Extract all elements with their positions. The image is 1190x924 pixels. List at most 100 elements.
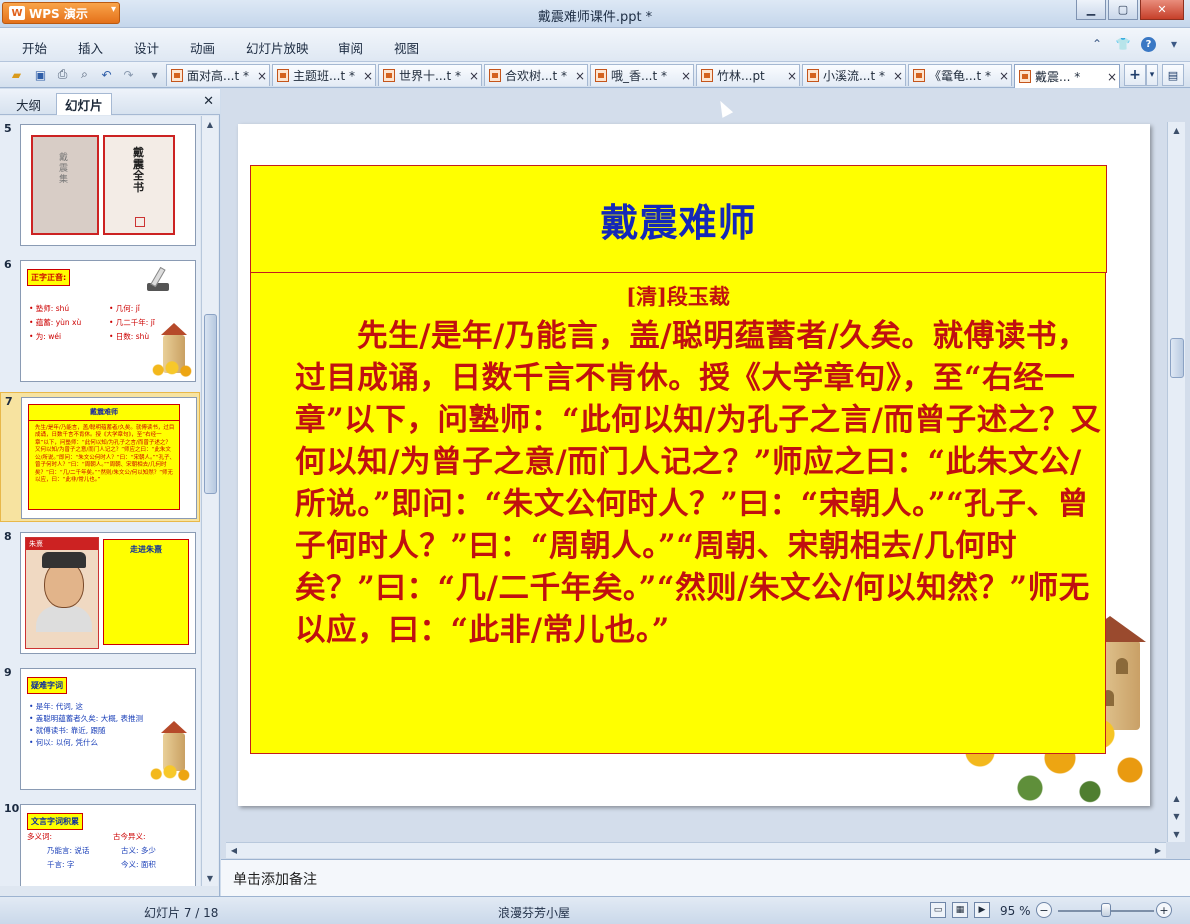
normal-view-icon[interactable]: ▭ [930, 902, 946, 918]
slide-thumbnail[interactable]: 6 正字正音: • 塾师: shú • 蕴蓄: yùn xù • 为: wéi … [0, 256, 200, 386]
slide-horizontal-scrollbar[interactable]: ◀ ▶ [226, 842, 1166, 858]
print-preview-icon[interactable]: ⌕ [76, 66, 93, 83]
menu-animation[interactable]: 动画 [190, 38, 215, 57]
menu-insert[interactable]: 插入 [78, 38, 103, 57]
doc-tab[interactable]: 《鼋龟...t * × [908, 64, 1012, 86]
menu-design[interactable]: 设计 [134, 38, 159, 57]
thumb-line: 今义: 面积 [121, 860, 156, 869]
thumb-body: 先生/是年/乃能言，盖/聪明蕴蓄者/久矣。就傅读书，过目成诵，日数千言不肯休。授… [35, 425, 175, 483]
close-icon[interactable]: × [255, 69, 269, 83]
quick-access-toolbar: ▰ ▣ ⎙ ⌕ ↶ ↷ ▾ 面对高...t * × 主题班...t * × 世界… [0, 62, 1190, 88]
scroll-up-icon[interactable]: ▲ [1168, 122, 1185, 138]
ppt-file-icon [171, 69, 183, 82]
slide-title-box[interactable]: 戴震难师 [250, 165, 1107, 273]
collapse-ribbon-icon[interactable]: ⌃ [1089, 36, 1105, 52]
close-icon[interactable]: × [1105, 70, 1119, 84]
slideshow-icon[interactable]: ▶ [974, 902, 990, 918]
doc-tab[interactable]: 竹林...pt × [696, 64, 800, 86]
doc-tab[interactable]: 主题班...t * × [272, 64, 376, 86]
doc-tab[interactable]: 面对高...t * × [166, 64, 270, 86]
notes-placeholder: 单击添加备注 [233, 872, 317, 888]
close-icon[interactable]: × [891, 69, 905, 83]
thumb-line: 多义词: [27, 832, 53, 841]
doc-tab[interactable]: 小溪流...t * × [802, 64, 906, 86]
close-icon[interactable]: × [679, 69, 693, 83]
skin-shirt-icon[interactable]: 👕 [1115, 36, 1131, 52]
close-icon[interactable]: ✕ [203, 94, 214, 109]
tab-list-dropdown[interactable]: ▾ [1146, 64, 1158, 86]
next-slide-icon[interactable]: ▼ [1168, 808, 1185, 824]
slide-thumbnail[interactable]: 5 戴震集 戴震全书 [0, 120, 200, 250]
print-icon[interactable]: ⎙ [54, 66, 71, 83]
doc-tab-label: 合欢树...t * [505, 69, 567, 83]
scroll-down-icon[interactable]: ▼ [1168, 826, 1185, 842]
tab-slides[interactable]: 幻灯片 [56, 93, 112, 115]
undo-icon[interactable]: ↶ [98, 66, 115, 83]
scroll-right-icon[interactable]: ▶ [1150, 843, 1166, 858]
menu-slideshow[interactable]: 幻灯片放映 [246, 38, 309, 57]
doc-tab-label: 世界十...t * [399, 69, 461, 83]
slide-thumbnail[interactable]: 8 朱熹 走进朱熹 [0, 528, 200, 658]
close-icon[interactable]: × [467, 69, 481, 83]
close-button[interactable]: ✕ [1140, 0, 1184, 20]
slide-thumbnail-selected[interactable]: 7 戴震难师 先生/是年/乃能言，盖/聪明蕴蓄者/久矣。就傅读书，过目成诵，日数… [0, 392, 200, 522]
menu-review[interactable]: 审阅 [338, 38, 363, 57]
slide-preview: 文言字词积累 多义词: 古今异义: 乃能言: 说话 千言: 字 古义: 多少 今… [20, 804, 196, 886]
doc-tab[interactable]: 哦_香...t * × [590, 64, 694, 86]
scroll-up-icon[interactable]: ▲ [202, 116, 218, 132]
doc-tab[interactable]: 世界十...t * × [378, 64, 482, 86]
doc-tab-label: 《鼋龟...t * [929, 69, 991, 83]
notes-pane[interactable]: 单击添加备注 [221, 859, 1190, 896]
flower-decoration [149, 359, 195, 381]
flower-decoration [147, 763, 193, 785]
close-icon[interactable]: × [785, 69, 799, 83]
doc-tab-active[interactable]: 戴震... * × [1014, 64, 1120, 88]
zoom-slider-thumb[interactable] [1101, 903, 1111, 917]
thumb-line: • 为: wéi [29, 332, 62, 341]
slide-thumbnail[interactable]: 10 文言字词积累 多义词: 古今异义: 乃能言: 说话 千言: 字 古义: 多… [0, 800, 200, 886]
window-controls: ▁ ▢ ✕ [1076, 0, 1184, 20]
scrollbar-thumb[interactable] [204, 314, 217, 494]
slide-preview: 正字正音: • 塾师: shú • 蕴蓄: yùn xù • 为: wéi • … [20, 260, 196, 382]
close-icon[interactable]: × [361, 69, 375, 83]
customize-toolbar-icon[interactable]: ▾ [146, 66, 163, 83]
doc-tab-label: 竹林...pt [717, 69, 765, 83]
zoom-out-icon[interactable]: − [1036, 902, 1052, 918]
menu-home[interactable]: 开始 [22, 38, 47, 57]
thumbnail-scrollbar[interactable]: ▲ ▼ [201, 116, 218, 886]
current-slide[interactable]: 戴震难师 [清]段玉裁 先生/是年/乃能言，盖/聪明蕴蓄者/久矣。就傅读书，过目… [238, 124, 1150, 806]
slide-author: [清]段玉裁 [626, 284, 730, 309]
ppt-file-icon [383, 69, 395, 82]
tab-outline[interactable]: 大纲 [8, 93, 49, 115]
scroll-down-icon[interactable]: ▼ [202, 870, 218, 886]
slide-preview: 朱熹 走进朱熹 [20, 532, 196, 654]
close-icon[interactable]: × [573, 69, 587, 83]
scroll-left-icon[interactable]: ◀ [226, 843, 242, 858]
slide-thumbnail[interactable]: 9 疑难字词 • 是年: 代词, 这 • 盖聪明蕴蓄者久矣: 大概, 表推测 •… [0, 664, 200, 794]
open-folder-icon[interactable]: ▰ [8, 66, 25, 83]
close-icon[interactable]: × [997, 69, 1011, 83]
slide-body-box[interactable]: [清]段玉裁 先生/是年/乃能言，盖/聪明蕴蓄者/久矣。就傅读书，过目成诵，日数… [250, 272, 1106, 754]
doc-tab-label: 主题班...t * [293, 69, 355, 83]
redo-icon[interactable]: ↷ [120, 66, 137, 83]
help-icon[interactable]: ? [1141, 36, 1156, 52]
window-layout-icon[interactable]: ▤ [1162, 64, 1184, 86]
zoom-in-icon[interactable]: + [1156, 902, 1172, 918]
slide-preview: 戴震难师 先生/是年/乃能言，盖/聪明蕴蓄者/久矣。就傅读书，过目成诵，日数千言… [21, 397, 197, 519]
slide-title: 戴震难师 [600, 199, 757, 245]
menu-view[interactable]: 视图 [394, 38, 419, 57]
scrollbar-thumb[interactable] [1170, 338, 1184, 378]
maximize-button[interactable]: ▢ [1108, 0, 1138, 20]
doc-tab[interactable]: 合欢树...t * × [484, 64, 588, 86]
new-tab-button[interactable]: + [1124, 64, 1146, 86]
slide-vertical-scrollbar[interactable]: ▲ ▲ ▼ ▼ [1167, 122, 1185, 842]
previous-slide-icon[interactable]: ▲ [1168, 790, 1185, 806]
slide-number: 8 [4, 530, 12, 543]
slide-sorter-icon[interactable]: ▦ [952, 902, 968, 918]
menu-bar: 开始 插入 设计 动画 幻灯片放映 审阅 视图 ⌃ 👕 ? ▾ [0, 28, 1190, 62]
save-icon[interactable]: ▣ [32, 66, 49, 83]
chevron-down-icon[interactable]: ▾ [1166, 36, 1182, 52]
thumb-title: 文言字词积累 [27, 813, 83, 830]
zoom-level: 95 % [1000, 904, 1031, 918]
minimize-button[interactable]: ▁ [1076, 0, 1106, 20]
